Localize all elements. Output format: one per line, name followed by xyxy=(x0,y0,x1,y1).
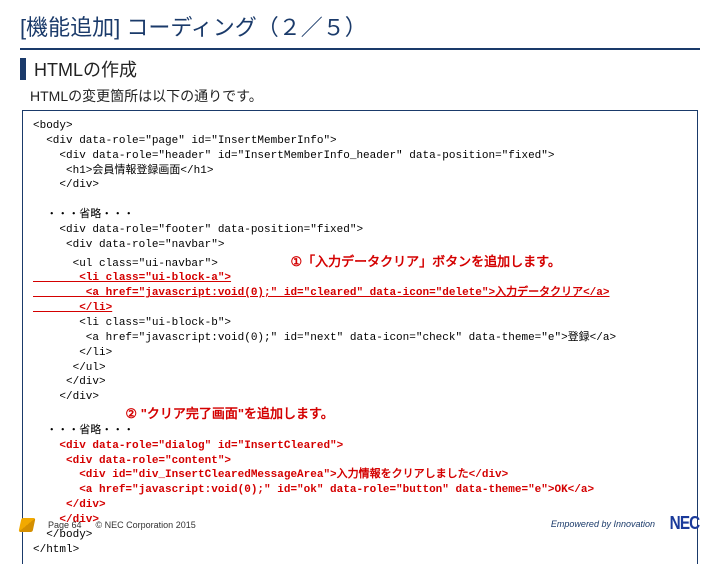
annotation-1: ①「入力データクリア」ボタンを追加します。 xyxy=(290,254,560,269)
page-title: [機能追加] コーディング（２／５） xyxy=(20,10,700,50)
section-header: HTMLの作成 xyxy=(20,56,700,82)
page-number: Page 64 xyxy=(48,520,82,530)
brand-tagline: Empowered by Innovation xyxy=(551,519,655,529)
section-title: HTMLの作成 xyxy=(34,56,137,82)
annotation-2: ② "クリア完了画面"を追加します。 xyxy=(125,406,333,421)
brand-logo: NEC xyxy=(670,513,700,534)
brand-area: Empowered by Innovation NEC xyxy=(551,513,702,534)
section-subtext: HTMLの変更箇所は以下の通りです。 xyxy=(30,86,700,106)
copyright: © NEC Corporation 2015 xyxy=(96,520,196,530)
footer: Page 64 © NEC Corporation 2015 xyxy=(20,518,196,532)
code-block: <body> <div data-role="page" id="InsertM… xyxy=(22,110,698,564)
section-accent-bar xyxy=(20,58,26,80)
footer-accent-icon xyxy=(19,518,36,532)
